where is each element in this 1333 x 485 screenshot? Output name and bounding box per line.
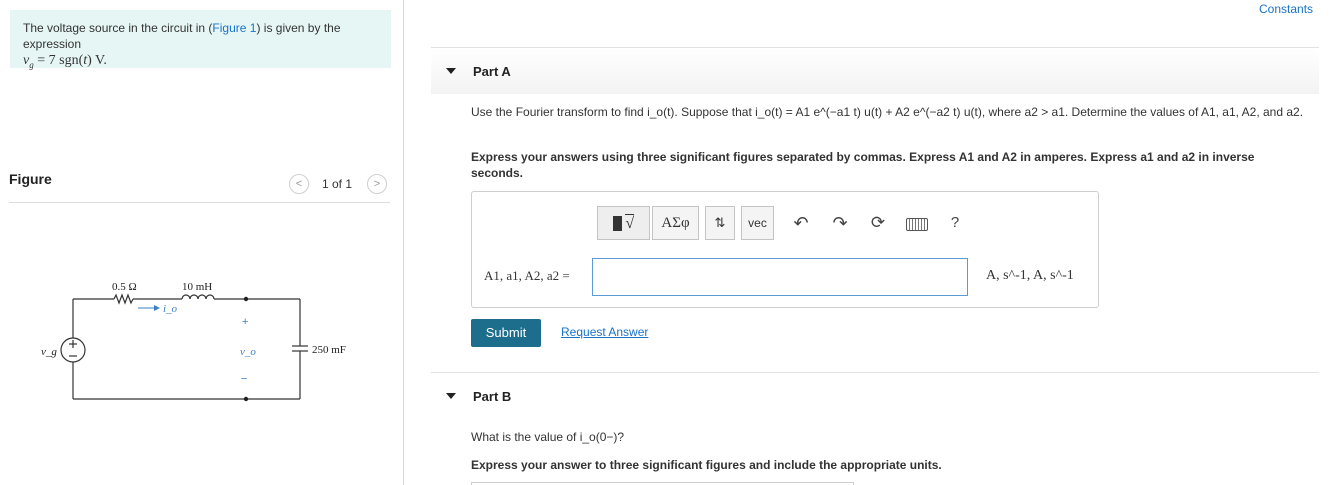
- output-voltage-label: v_o: [240, 346, 256, 358]
- figure-divider: [9, 202, 390, 203]
- keyboard-glyph: [906, 217, 928, 231]
- chevron-left-icon[interactable]: <: [289, 174, 309, 194]
- units-label: A, s^-1, A, s^-1: [986, 268, 1074, 283]
- resistor-label: 0.5 Ω: [112, 281, 137, 293]
- part-a-question-text: Use the Fourier transform to find i_o(t)…: [471, 105, 1304, 119]
- pane-divider[interactable]: [403, 0, 404, 485]
- part-b-instructions: Express your answer to three significant…: [471, 458, 942, 472]
- part-a-title: Part A: [473, 64, 511, 79]
- reset-icon[interactable]: ⟳: [863, 206, 893, 240]
- vector-button[interactable]: vec: [741, 206, 774, 240]
- part-a-instructions-text: Express your answers using three signifi…: [471, 150, 1255, 180]
- figure-pager: 1 of 1: [322, 177, 353, 191]
- intro-text-1: The voltage source in the circuit in (: [23, 21, 213, 35]
- inductor-label: 10 mH: [182, 281, 212, 293]
- template-block-icon: [612, 216, 622, 232]
- templates-button[interactable]: √: [597, 206, 650, 240]
- part-b-question: What is the value of i_o(0−)?: [471, 430, 625, 444]
- part-a-question: Use the Fourier transform to find i_o(t)…: [471, 104, 1321, 120]
- answer-input[interactable]: [592, 258, 968, 296]
- output-plus-sign: +: [242, 316, 248, 328]
- redo-icon[interactable]: ↷: [825, 206, 855, 240]
- capacitor-label: 250 mF: [312, 344, 346, 356]
- sort-updown-button[interactable]: ⇅: [705, 206, 735, 240]
- part-b-header[interactable]: Part B: [431, 372, 1319, 419]
- help-icon[interactable]: ?: [940, 206, 970, 240]
- chevron-right-icon[interactable]: >: [367, 174, 387, 194]
- problem-statement: The voltage source in the circuit in (Fi…: [23, 20, 385, 73]
- caret-down-icon: [446, 393, 456, 399]
- part-a-header[interactable]: Part A: [431, 47, 1319, 94]
- part-a-instructions: Express your answers using three signifi…: [471, 149, 1291, 181]
- source-label: v_g: [41, 346, 57, 358]
- answer-label: A1, a1, A2, a2 =: [484, 268, 570, 283]
- part-b-title: Part B: [473, 389, 512, 404]
- figure-link[interactable]: Figure 1: [212, 21, 256, 35]
- current-label: i_o: [163, 303, 178, 315]
- constants-link[interactable]: Constants: [1259, 2, 1313, 16]
- keyboard-icon[interactable]: [902, 206, 932, 240]
- figure-heading: Figure: [9, 171, 52, 187]
- circuit-diagram: 0.5 Ω 10 mH i_o + v_o − 250 mF v_g: [41, 281, 346, 402]
- caret-down-icon: [446, 68, 456, 74]
- source-expression: vg = 7 sgn(t) V.: [23, 53, 107, 70]
- request-answer-link[interactable]: Request Answer: [561, 325, 648, 339]
- greek-button[interactable]: ΑΣφ: [652, 206, 699, 240]
- output-minus-sign: −: [241, 373, 247, 385]
- undo-icon[interactable]: ↶: [786, 206, 816, 240]
- sqrt-icon: √: [625, 213, 635, 232]
- submit-button[interactable]: Submit: [471, 319, 541, 347]
